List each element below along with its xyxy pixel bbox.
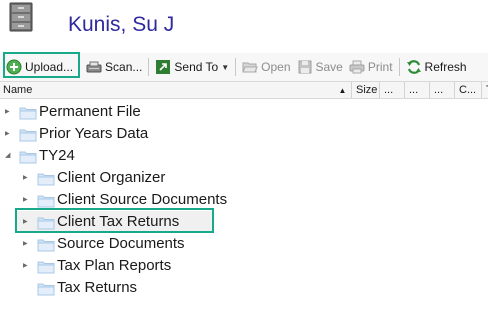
open-label: Open	[261, 60, 291, 74]
send-to-icon	[156, 60, 171, 74]
folder-icon	[37, 173, 55, 186]
toolbar-separator	[398, 58, 400, 76]
tree-item-ty24[interactable]: ◢ TY24	[0, 145, 488, 167]
chevron-down-icon: ▼	[221, 62, 230, 72]
tree-item-label: Permanent File	[39, 103, 141, 120]
open-button[interactable]: Open	[239, 55, 293, 79]
header: Kunis, Su J	[0, 0, 488, 50]
folder-icon	[37, 261, 55, 274]
refresh-icon	[406, 60, 421, 74]
scan-button[interactable]: Scan...	[83, 55, 145, 79]
tree-item-label: Tax Plan Reports	[57, 257, 172, 274]
scan-label: Scan...	[105, 60, 143, 74]
refresh-label: Refresh	[424, 60, 467, 74]
print-label: Print	[367, 60, 393, 74]
client-name: Kunis, Su J	[68, 13, 175, 36]
tree-item-label: Client Source Documents	[57, 191, 228, 208]
tree-item-label: Prior Years Data	[39, 125, 149, 142]
collapsed-arrow-icon[interactable]: ▶	[23, 196, 31, 204]
refresh-button[interactable]: Refresh	[403, 55, 470, 79]
tree-item-tax-plan-reports[interactable]: ▶ Tax Plan Reports	[0, 255, 488, 277]
save-icon	[298, 60, 311, 74]
column-6[interactable]: C...	[454, 82, 481, 98]
folder-icon	[37, 283, 55, 296]
send-to-label: Send To	[174, 60, 219, 74]
send-to-button[interactable]: Send To ▼	[152, 55, 232, 79]
tree-item-source-documents[interactable]: ▶ Source Documents	[0, 233, 488, 255]
tree-item-label: TY24	[39, 147, 75, 164]
save-button[interactable]: Save	[294, 55, 346, 79]
tree-item-client-organizer[interactable]: ▶ Client Organizer	[0, 167, 488, 189]
printer-icon	[349, 60, 365, 74]
sort-chevron-up-icon[interactable]: ▲	[334, 82, 351, 98]
collapsed-arrow-icon[interactable]: ▶	[23, 174, 31, 182]
tree-item-label: Tax Returns	[57, 279, 138, 296]
file-cabinet-icon	[9, 2, 33, 32]
column-5[interactable]: ...	[429, 82, 454, 98]
expanded-arrow-icon[interactable]: ◢	[5, 152, 13, 160]
print-button[interactable]: Print	[346, 55, 396, 79]
folder-icon	[19, 129, 37, 142]
column-size[interactable]: Size	[351, 82, 379, 98]
toolbar-separator	[235, 58, 237, 76]
folder-icon	[19, 151, 37, 164]
tree-item-tax-returns[interactable]: Tax Returns	[0, 277, 488, 299]
tree-item-permanent-file[interactable]: ▶ Permanent File	[0, 101, 488, 123]
column-header: Name ▲ Size ... ... ... C... T...	[0, 81, 488, 99]
collapsed-arrow-icon[interactable]: ▶	[5, 130, 13, 138]
collapsed-arrow-icon[interactable]: ▶	[23, 240, 31, 248]
folder-icon	[19, 107, 37, 120]
column-7[interactable]: T...	[481, 82, 488, 98]
column-3[interactable]: ...	[379, 82, 404, 98]
folder-icon	[37, 195, 55, 208]
tree-item-label: Client Organizer	[57, 169, 166, 186]
collapsed-arrow-icon[interactable]: ▶	[5, 108, 13, 116]
tree-item-prior-years-data[interactable]: ▶ Prior Years Data	[0, 123, 488, 145]
folder-icon	[37, 239, 55, 252]
toolbar-separator	[148, 58, 150, 76]
open-folder-icon	[242, 62, 258, 73]
tree-item-label: Source Documents	[57, 235, 185, 252]
column-name[interactable]: Name	[0, 82, 334, 98]
scanner-icon	[86, 61, 102, 73]
client-tax-returns-highlight-box	[15, 208, 214, 233]
column-4[interactable]: ...	[404, 82, 429, 98]
save-label: Save	[315, 60, 343, 74]
collapsed-arrow-icon[interactable]: ▶	[23, 262, 31, 270]
upload-highlight-box	[3, 52, 80, 78]
